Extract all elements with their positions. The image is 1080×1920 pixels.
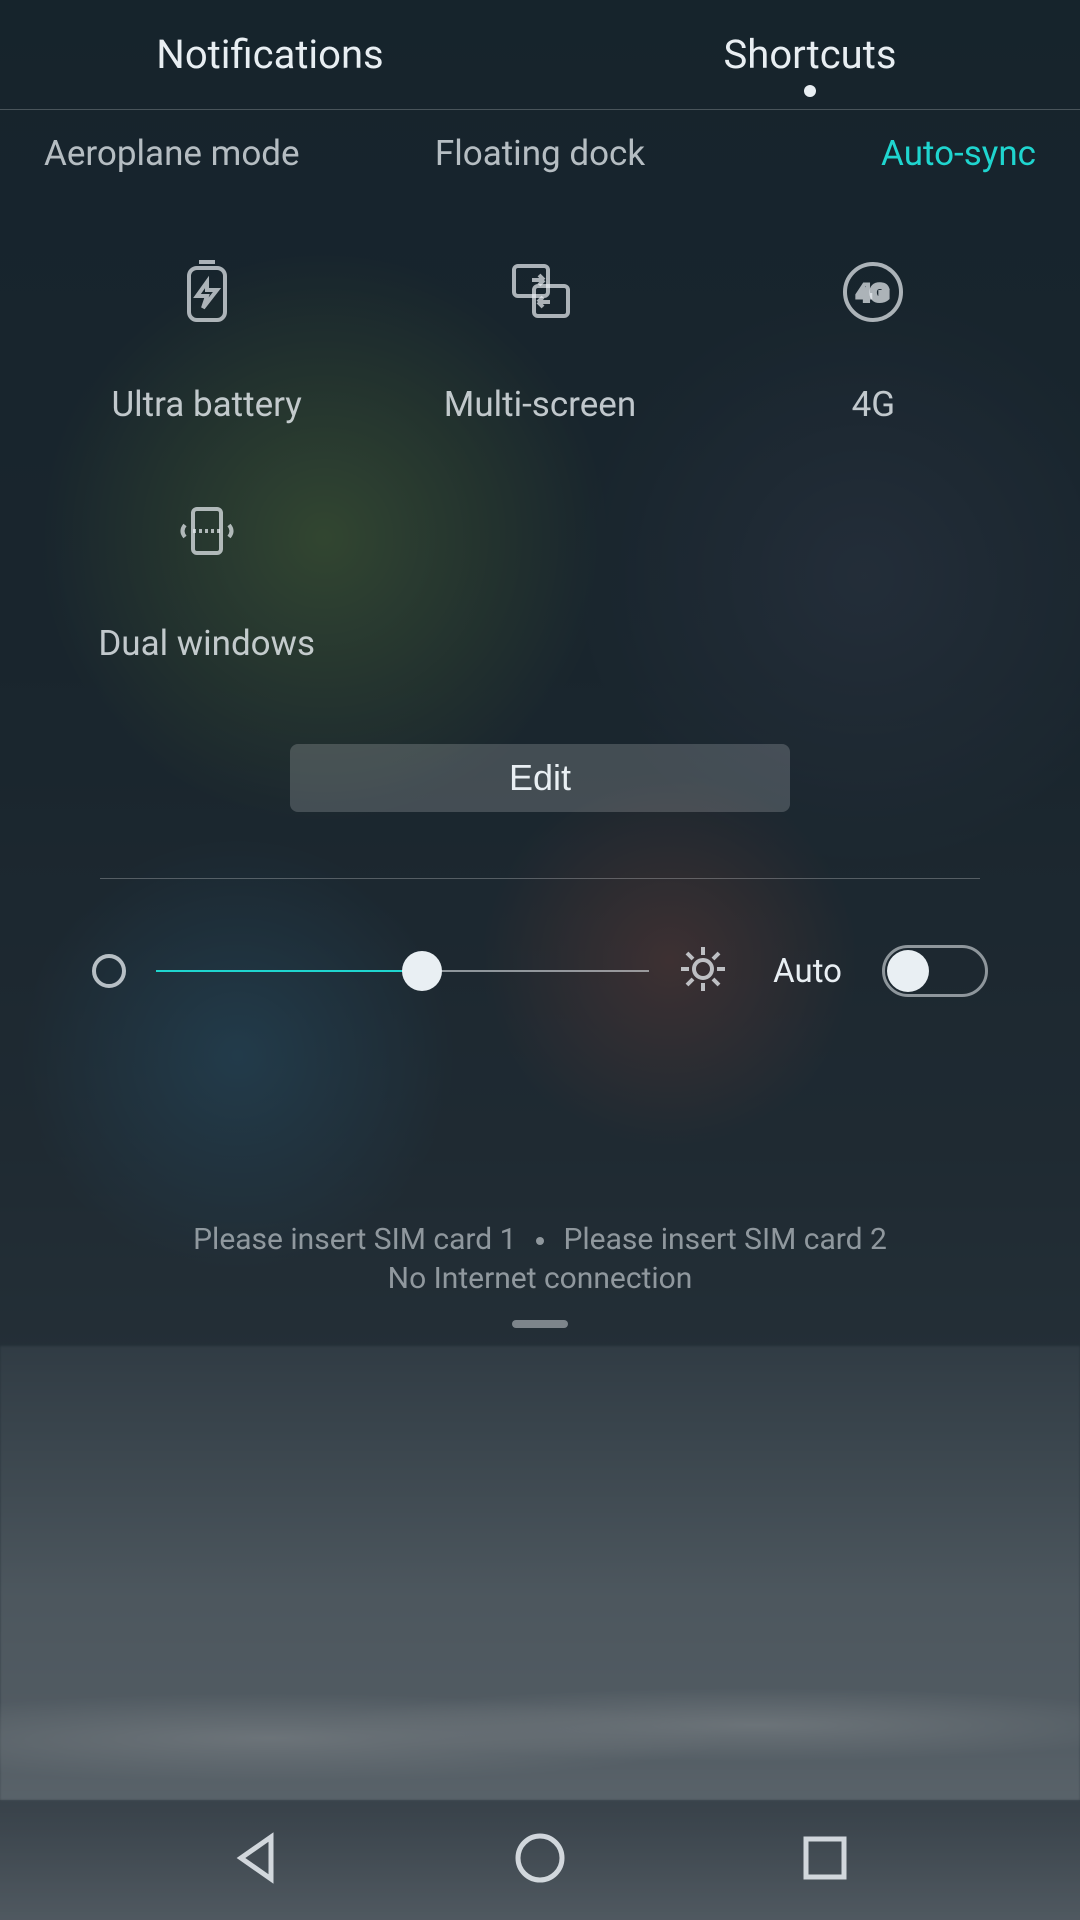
tab-shortcuts-label: Shortcuts: [724, 31, 897, 78]
status-separator: [536, 1237, 544, 1245]
slider-fill: [156, 970, 422, 972]
slider-thumb[interactable]: [402, 951, 442, 991]
multiscreen-icon: [504, 256, 576, 332]
auto-brightness-toggle[interactable]: [882, 945, 988, 997]
recent-square-icon: [796, 1872, 854, 1891]
tile-label: Dual windows: [98, 623, 315, 664]
brightness-high-icon: [679, 945, 727, 997]
status-footer: Please insert SIM card 1 Please insert S…: [0, 1220, 1080, 1298]
nav-home-button[interactable]: [511, 1829, 569, 1891]
brightness-low-icon: [92, 954, 126, 988]
tab-notifications[interactable]: Notifications: [0, 0, 540, 109]
battery-icon: [171, 256, 243, 332]
tab-active-indicator: [804, 85, 816, 97]
brightness-slider[interactable]: [156, 951, 649, 991]
nav-back-button[interactable]: [227, 1829, 285, 1891]
edit-button[interactable]: Edit: [290, 744, 790, 812]
edit-button-label: Edit: [509, 757, 571, 799]
tile-label: Ultra battery: [111, 384, 301, 425]
quick-settings-shade: Notifications Shortcuts Aeroplane mode F…: [0, 0, 1080, 1308]
quick-label-row: Aeroplane mode Floating dock Auto-sync: [0, 110, 1080, 196]
svg-text:4G: 4G: [857, 280, 889, 307]
toggle-floating-dock[interactable]: Floating dock: [375, 133, 706, 174]
back-triangle-icon: [227, 1872, 285, 1891]
tab-shortcuts[interactable]: Shortcuts: [540, 0, 1080, 109]
toggle-aeroplane-mode[interactable]: Aeroplane mode: [44, 133, 375, 174]
shade-grab-handle[interactable]: [512, 1320, 568, 1328]
system-navbar: [0, 1800, 1080, 1920]
tile-grid: Ultra battery Multi-screen: [0, 196, 1080, 704]
toggle-auto-sync[interactable]: Auto-sync: [705, 133, 1036, 174]
tile-ultra-battery[interactable]: Ultra battery: [40, 256, 373, 425]
fourg-icon: 4G: [837, 256, 909, 332]
tile-label: 4G: [852, 384, 896, 425]
tile-4g[interactable]: 4G 4G: [707, 256, 1040, 425]
section-divider: [100, 878, 980, 879]
sim2-status: Please insert SIM card 2: [563, 1222, 886, 1257]
home-circle-icon: [511, 1872, 569, 1891]
tab-notifications-label: Notifications: [156, 31, 383, 78]
network-status: No Internet connection: [0, 1259, 1080, 1298]
shade-tabbar: Notifications Shortcuts: [0, 0, 1080, 110]
toggle-knob: [887, 950, 929, 992]
dualwindows-icon: [171, 495, 243, 571]
tile-label: Multi-screen: [444, 384, 636, 425]
nav-recent-button[interactable]: [796, 1829, 854, 1891]
auto-brightness-label: Auto: [773, 952, 842, 991]
tile-dual-windows[interactable]: Dual windows: [40, 495, 373, 664]
sim1-status: Please insert SIM card 1: [193, 1222, 516, 1257]
tile-multi-screen[interactable]: Multi-screen: [373, 256, 706, 425]
brightness-row: Auto: [0, 945, 1080, 997]
